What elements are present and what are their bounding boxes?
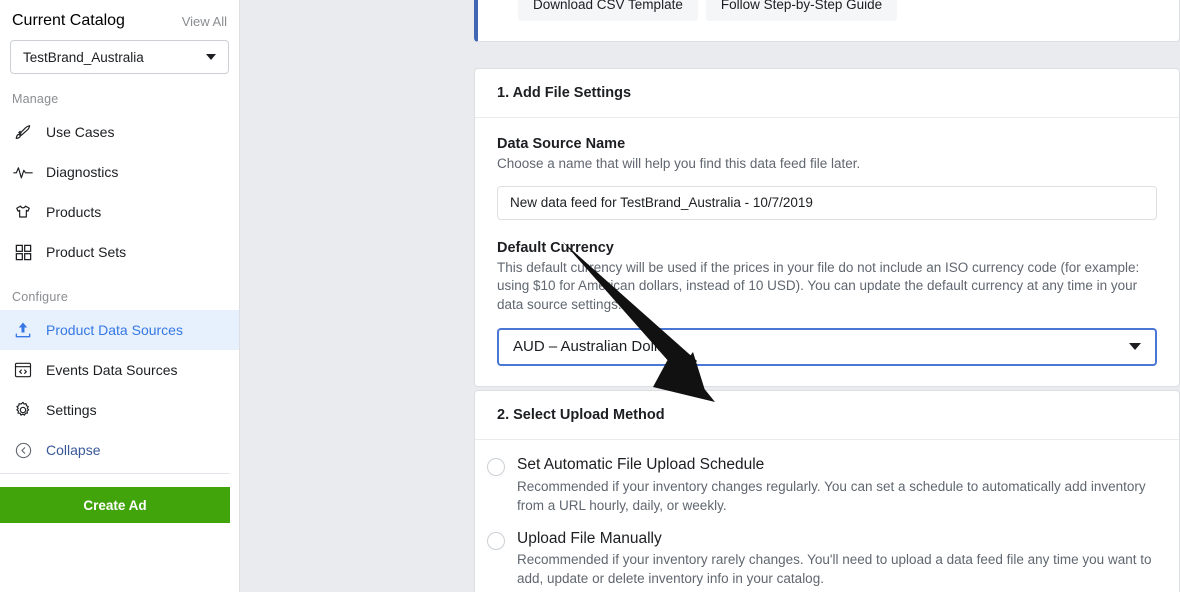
configure-section-label: Configure bbox=[12, 290, 68, 304]
rocket-icon bbox=[12, 121, 34, 143]
create-ad-button[interactable]: Create Ad bbox=[0, 487, 230, 523]
upload-method-option-manual[interactable]: Upload File Manually Recommended if your… bbox=[475, 530, 1179, 592]
add-file-settings-card: 1. Add File Settings Data Source Name Ch… bbox=[474, 68, 1180, 387]
sidebar-item-label: Diagnostics bbox=[46, 164, 119, 180]
data-source-name-field: Data Source Name Choose a name that will… bbox=[497, 136, 1157, 220]
sidebar-item-label: Product Sets bbox=[46, 244, 127, 260]
sidebar-item-label: Products bbox=[46, 204, 102, 220]
option-label: Set Automatic File Upload Schedule bbox=[517, 456, 765, 473]
default-currency-field: Default Currency This default currency w… bbox=[497, 240, 1157, 366]
view-all-link[interactable]: View All bbox=[182, 14, 227, 29]
getting-started-panel: Download CSV Template Follow Step-by-Ste… bbox=[474, 0, 1180, 42]
tshirt-icon bbox=[12, 201, 34, 223]
manage-section-label: Manage bbox=[12, 92, 59, 106]
default-currency-dropdown[interactable]: AUD – Australian Dollar bbox=[497, 327, 1157, 366]
chevron-left-circle-icon bbox=[12, 439, 34, 461]
chevron-down-icon bbox=[1129, 343, 1141, 350]
radio-button[interactable] bbox=[487, 531, 505, 550]
main-content: Download CSV Template Follow Step-by-Ste… bbox=[240, 0, 1180, 592]
current-catalog-header: Current Catalog View All bbox=[0, 0, 239, 30]
default-currency-description: This default currency will be used if th… bbox=[497, 259, 1140, 312]
download-csv-template-button[interactable]: Download CSV Template bbox=[518, 0, 698, 21]
sidebar-divider bbox=[0, 473, 230, 474]
sidebar-item-events-data-sources[interactable]: Events Data Sources bbox=[0, 350, 239, 390]
data-source-name-input[interactable] bbox=[497, 185, 1157, 220]
code-window-icon bbox=[12, 359, 34, 381]
default-currency-label: Default Currency bbox=[497, 239, 614, 256]
catalog-dropdown[interactable]: TestBrand_Australia bbox=[10, 40, 229, 74]
gear-icon bbox=[12, 399, 34, 421]
upload-method-options: Set Automatic File Upload Schedule Recom… bbox=[475, 440, 1179, 592]
default-currency-value: AUD – Australian Dollar bbox=[513, 338, 671, 355]
chevron-down-icon bbox=[206, 54, 216, 60]
app-root: Current Catalog View All TestBrand_Austr… bbox=[0, 0, 1180, 592]
sidebar-item-label: Product Data Sources bbox=[46, 322, 183, 338]
catalog-dropdown-value: TestBrand_Australia bbox=[23, 49, 144, 65]
top-button-row: Download CSV Template Follow Step-by-Ste… bbox=[478, 0, 898, 41]
sidebar-item-product-sets[interactable]: Product Sets bbox=[0, 232, 239, 272]
upload-icon bbox=[12, 319, 34, 341]
sidebar-item-use-cases[interactable]: Use Cases bbox=[0, 112, 239, 152]
sidebar: Current Catalog View All TestBrand_Austr… bbox=[0, 0, 240, 592]
option-text: Set Automatic File Upload Schedule Recom… bbox=[517, 456, 1157, 516]
data-source-name-description: Choose a name that will help you find th… bbox=[497, 156, 861, 171]
sidebar-item-diagnostics[interactable]: Diagnostics bbox=[0, 152, 239, 192]
sidebar-item-label: Collapse bbox=[46, 442, 101, 458]
sidebar-item-label: Settings bbox=[46, 402, 97, 418]
pulse-icon bbox=[12, 161, 34, 183]
upload-method-option-automatic[interactable]: Set Automatic File Upload Schedule Recom… bbox=[475, 456, 1179, 530]
current-catalog-label: Current Catalog bbox=[12, 12, 125, 29]
sidebar-item-products[interactable]: Products bbox=[0, 192, 239, 232]
option-text: Upload File Manually Recommended if your… bbox=[517, 530, 1157, 590]
step1-title: 1. Add File Settings bbox=[475, 69, 1179, 118]
option-description: Recommended if your inventory changes re… bbox=[517, 478, 1146, 513]
step1-body: Data Source Name Choose a name that will… bbox=[475, 118, 1179, 386]
data-source-name-label: Data Source Name bbox=[497, 136, 626, 152]
sidebar-item-collapse[interactable]: Collapse bbox=[0, 430, 239, 470]
sidebar-item-settings[interactable]: Settings bbox=[0, 390, 239, 430]
follow-step-by-step-guide-button[interactable]: Follow Step-by-Step Guide bbox=[705, 0, 898, 21]
option-description: Recommended if your inventory rarely cha… bbox=[517, 552, 1152, 587]
option-label: Upload File Manually bbox=[517, 529, 662, 547]
radio-button[interactable] bbox=[487, 458, 505, 476]
select-upload-method-card: 2. Select Upload Method Set Automatic Fi… bbox=[474, 390, 1180, 592]
step2-title: 2. Select Upload Method bbox=[475, 391, 1179, 440]
sidebar-item-label: Use Cases bbox=[46, 124, 115, 140]
grid-icon bbox=[12, 241, 34, 263]
sidebar-item-product-data-sources[interactable]: Product Data Sources bbox=[0, 310, 239, 350]
sidebar-item-label: Events Data Sources bbox=[46, 362, 178, 378]
